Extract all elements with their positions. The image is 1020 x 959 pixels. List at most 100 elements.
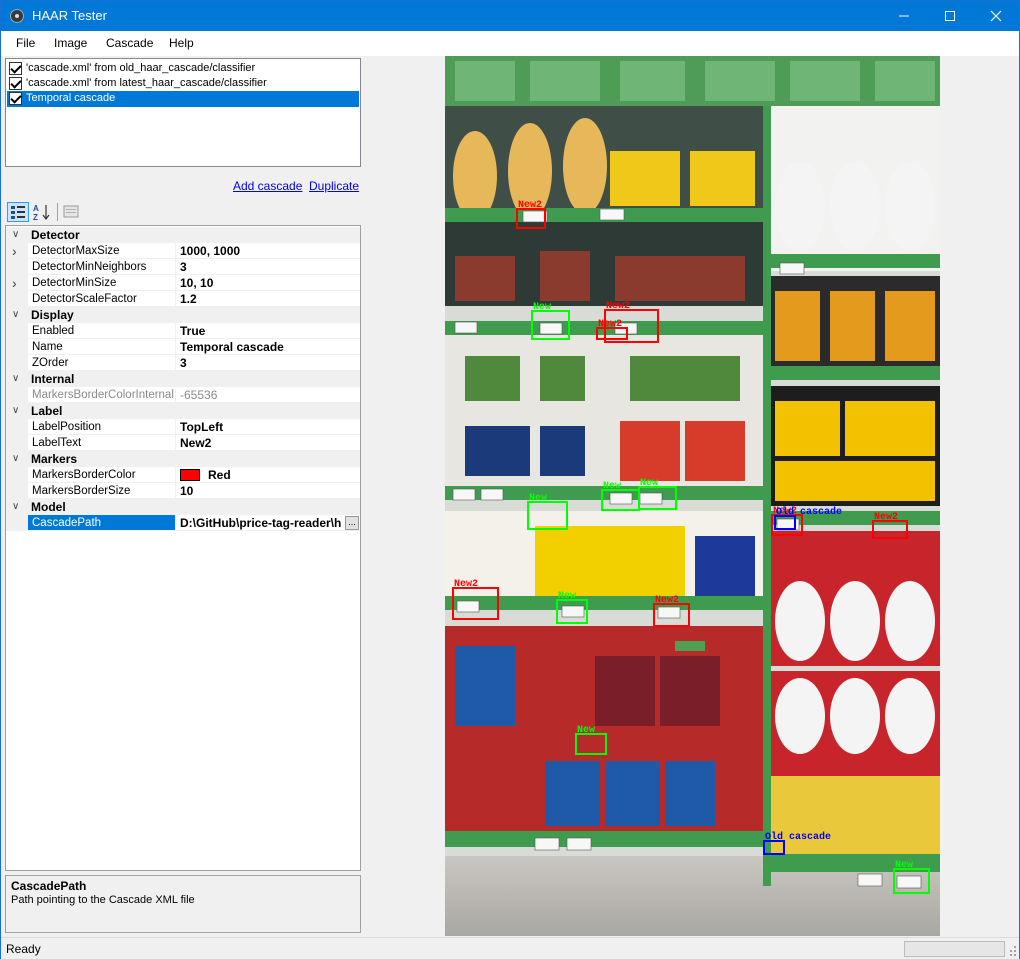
property-value[interactable]: New2 xyxy=(175,435,360,451)
maximize-icon xyxy=(945,11,955,21)
detection-label: New xyxy=(640,478,658,489)
property-value[interactable]: 10, 10 xyxy=(175,275,360,291)
property-value[interactable]: 3 xyxy=(175,355,360,371)
row-gutter: › xyxy=(6,243,27,259)
cascade-checkbox[interactable] xyxy=(9,77,22,90)
menu-cascade[interactable]: Cascade xyxy=(106,36,153,50)
expand-chevron-icon[interactable]: › xyxy=(12,243,24,259)
property-row-markersbordercolorinternal[interactable]: MarkersBorderColorInternal -65536 xyxy=(6,387,360,403)
property-name[interactable]: DetectorMinSize xyxy=(27,275,175,291)
property-name[interactable]: CascadePath xyxy=(27,515,175,531)
property-row-markersbordersize[interactable]: MarkersBorderSize 10 xyxy=(6,483,360,499)
detection-label: New2 xyxy=(454,579,478,590)
property-row-detectorminneighbors[interactable]: DetectorMinNeighbors 3 xyxy=(6,259,360,275)
collapse-chevron-icon[interactable]: ∨ xyxy=(12,307,24,323)
category-label[interactable]: ∨ Label xyxy=(6,403,360,419)
property-name[interactable]: Enabled xyxy=(27,323,175,339)
menu-help[interactable]: Help xyxy=(169,36,194,50)
resize-grip-icon[interactable] xyxy=(1007,944,1017,956)
property-row-detectormaxsize[interactable]: › DetectorMaxSize 1000, 1000 xyxy=(6,243,360,259)
close-button[interactable] xyxy=(973,1,1019,31)
help-title: CascadePath xyxy=(11,879,87,893)
property-name[interactable]: DetectorMinNeighbors xyxy=(27,259,175,275)
property-name[interactable]: MarkersBorderSize xyxy=(27,483,175,499)
status-text: Ready xyxy=(6,942,41,956)
collapse-chevron-icon[interactable]: ∨ xyxy=(12,499,24,515)
menu-image[interactable]: Image xyxy=(54,36,87,50)
minimize-button[interactable] xyxy=(881,1,927,31)
property-row-cascadepath[interactable]: CascadePath D:\GitHub\price-tag-reader\h.… xyxy=(6,515,360,531)
collapse-chevron-icon[interactable]: ∨ xyxy=(12,227,24,243)
cascade-list-item-selected[interactable]: Temporal cascade xyxy=(7,91,359,107)
image-preview[interactable]: New2 New2 New2 New2 New2 New2 New2 New New New New… xyxy=(445,56,940,936)
duplicate-link[interactable]: Duplicate xyxy=(309,179,359,193)
title-bar[interactable]: HAAR Tester xyxy=(1,1,1019,31)
row-gutter: › xyxy=(6,275,27,291)
property-value-text: True xyxy=(180,324,206,338)
property-row-detectorscalefactor[interactable]: DetectorScaleFactor 1.2 xyxy=(6,291,360,307)
alphabetical-sort-icon: A Z xyxy=(33,204,50,222)
close-icon xyxy=(990,10,1002,22)
collapse-chevron-icon[interactable]: ∨ xyxy=(12,451,24,467)
collapse-chevron-icon[interactable]: ∨ xyxy=(12,403,24,419)
property-name[interactable]: ZOrder xyxy=(27,355,175,371)
detection-label: New xyxy=(577,725,595,736)
category-internal[interactable]: ∨ Internal xyxy=(6,371,360,387)
property-value-text: 10, 10 xyxy=(180,276,214,290)
collapse-chevron-icon[interactable]: ∨ xyxy=(12,371,24,387)
category-label: Display xyxy=(31,308,74,322)
property-name[interactable]: LabelText xyxy=(27,435,175,451)
cascade-list-item[interactable]: 'cascade.xml' from old_haar_cascade/clas… xyxy=(7,61,359,77)
property-name[interactable]: DetectorMaxSize xyxy=(27,243,175,259)
alphabetical-button[interactable]: A Z xyxy=(31,202,53,222)
add-cascade-link[interactable]: Add cascade xyxy=(233,179,302,193)
property-name[interactable]: Name xyxy=(27,339,175,355)
property-row-labelposition[interactable]: LabelPosition TopLeft xyxy=(6,419,360,435)
menu-file[interactable]: File xyxy=(16,36,35,50)
property-row-markersbordercolor[interactable]: MarkersBorderColor Red xyxy=(6,467,360,483)
window-title: HAAR Tester xyxy=(32,8,107,23)
property-pages-button[interactable] xyxy=(61,202,83,222)
property-pages-icon xyxy=(63,205,79,218)
category-label: Markers xyxy=(31,452,78,466)
property-name[interactable]: DetectorScaleFactor xyxy=(27,291,175,307)
property-value[interactable]: 1.2 xyxy=(175,291,360,307)
row-gutter xyxy=(6,355,27,371)
property-name[interactable]: LabelPosition xyxy=(27,419,175,435)
cascade-list[interactable]: 'cascade.xml' from old_haar_cascade/clas… xyxy=(5,58,361,167)
property-value[interactable]: D:\GitHub\price-tag-reader\h... xyxy=(175,515,360,531)
property-value[interactable]: 10 xyxy=(175,483,360,499)
property-name[interactable]: MarkersBorderColorInternal xyxy=(27,387,175,403)
category-display[interactable]: ∨ Display xyxy=(6,307,360,323)
property-row-enabled[interactable]: Enabled True xyxy=(6,323,360,339)
categorized-button[interactable] xyxy=(7,202,29,222)
property-row-zorder[interactable]: ZOrder 3 xyxy=(6,355,360,371)
detection-label: Old cascade xyxy=(765,831,831,843)
property-row-name[interactable]: Name Temporal cascade xyxy=(6,339,360,355)
category-model[interactable]: ∨ Model xyxy=(6,499,360,515)
cascade-checkbox[interactable] xyxy=(9,62,22,75)
cascade-item-label: 'cascade.xml' from latest_haar_cascade/c… xyxy=(26,77,267,89)
category-label: Detector xyxy=(31,228,80,242)
property-row-labeltext[interactable]: LabelText New2 xyxy=(6,435,360,451)
property-value[interactable]: Temporal cascade xyxy=(175,339,360,355)
property-value[interactable]: 1000, 1000 xyxy=(175,243,360,259)
property-value[interactable]: TopLeft xyxy=(175,419,360,435)
property-value[interactable]: Red xyxy=(175,467,360,483)
cascade-checkbox[interactable] xyxy=(9,92,22,105)
category-markers[interactable]: ∨ Markers xyxy=(6,451,360,467)
property-value[interactable]: -65536 xyxy=(175,387,360,403)
row-gutter xyxy=(6,467,27,483)
property-value[interactable]: 3 xyxy=(175,259,360,275)
property-row-detectorminsize[interactable]: › DetectorMinSize 10, 10 xyxy=(6,275,360,291)
property-value[interactable]: True xyxy=(175,323,360,339)
expand-chevron-icon[interactable]: › xyxy=(12,275,24,291)
category-detector[interactable]: ∨ Detector xyxy=(6,227,360,243)
cascade-list-item[interactable]: 'cascade.xml' from latest_haar_cascade/c… xyxy=(7,76,359,92)
maximize-button[interactable] xyxy=(927,1,973,31)
browse-button[interactable]: ... xyxy=(345,516,359,530)
property-name[interactable]: MarkersBorderColor xyxy=(27,467,175,483)
cascade-item-label: 'cascade.xml' from old_haar_cascade/clas… xyxy=(26,62,256,74)
property-grid[interactable]: ∨ Detector › DetectorMaxSize 1000, 1000 Detec… xyxy=(5,225,361,871)
detection-label: New xyxy=(895,860,913,871)
